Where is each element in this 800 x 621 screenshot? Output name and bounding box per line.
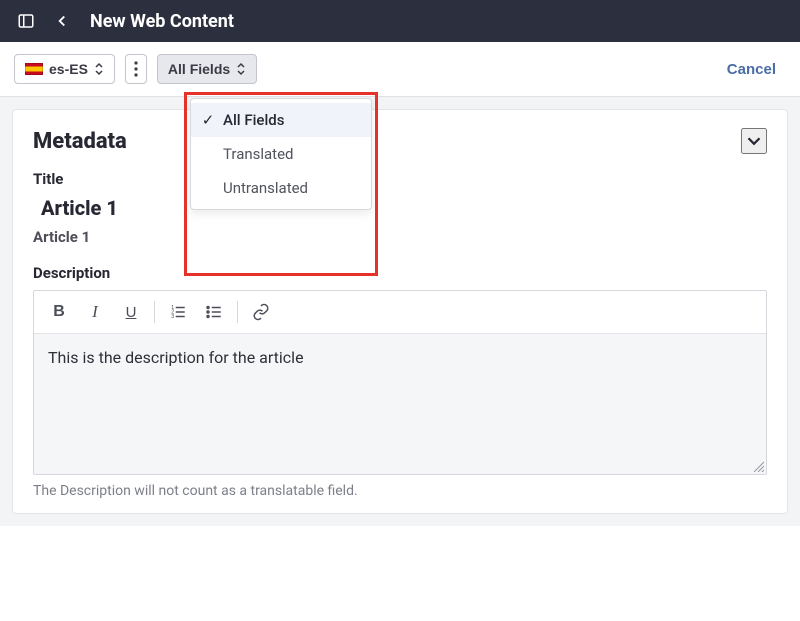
rte-underline-button[interactable]: U: [114, 297, 148, 327]
more-actions-button[interactable]: [125, 54, 147, 84]
panel-header: Metadata: [33, 128, 767, 154]
chevron-down-icon: [743, 130, 765, 152]
sidebar-toggle-button[interactable]: [12, 7, 40, 35]
resize-handle[interactable]: [752, 460, 764, 472]
rte-separator: [154, 301, 155, 323]
page-title: New Web Content: [90, 11, 234, 32]
metadata-panel: Metadata Title Article 1 Article 1 Descr…: [12, 109, 788, 514]
fields-filter-button[interactable]: All Fields: [157, 54, 257, 84]
cancel-button[interactable]: Cancel: [717, 55, 786, 84]
fields-filter-label: All Fields: [168, 61, 230, 77]
rich-text-editor: B I U 123 This is the description for th…: [33, 290, 767, 475]
panel-icon: [17, 12, 35, 30]
rte-italic-button[interactable]: I: [78, 297, 112, 327]
fields-filter-dropdown: ✓ All Fields Translated Untranslated: [190, 98, 372, 210]
filter-option-label: All Fields: [223, 111, 284, 129]
filter-option-all-fields[interactable]: ✓ All Fields: [191, 103, 371, 137]
flag-icon: [25, 63, 43, 75]
check-icon: ✓: [201, 111, 215, 129]
filter-option-label: Untranslated: [223, 179, 308, 197]
description-field-label: Description: [33, 264, 767, 282]
language-label: es-ES: [49, 61, 88, 77]
title-translated-value: Article 1: [33, 228, 767, 246]
title-field-label: Title: [33, 170, 767, 188]
filter-option-label: Translated: [223, 145, 294, 163]
toolbar: es-ES All Fields Cancel ✓ All Fields Tra…: [0, 42, 800, 97]
svg-text:3: 3: [171, 314, 174, 320]
kebab-icon: [134, 61, 138, 77]
rte-unordered-list-button[interactable]: [197, 297, 231, 327]
description-hint: The Description will not count as a tran…: [33, 483, 767, 499]
rte-separator: [237, 301, 238, 323]
page-body: Metadata Title Article 1 Article 1 Descr…: [0, 97, 800, 526]
filter-option-translated[interactable]: Translated: [191, 137, 371, 171]
top-bar: New Web Content: [0, 0, 800, 42]
rte-link-button[interactable]: [244, 297, 278, 327]
panel-collapse-button[interactable]: [741, 128, 767, 154]
unordered-list-icon: [205, 303, 223, 321]
rte-textarea[interactable]: This is the description for the article: [34, 334, 766, 474]
rte-toolbar: B I U 123: [34, 291, 766, 334]
sort-icon: [236, 62, 246, 76]
filter-option-untranslated[interactable]: Untranslated: [191, 171, 371, 205]
link-icon: [252, 303, 270, 321]
rte-bold-button[interactable]: B: [42, 297, 76, 327]
language-selector[interactable]: es-ES: [14, 54, 115, 84]
rte-content: This is the description for the article: [48, 348, 304, 367]
chevron-left-icon: [53, 12, 71, 30]
panel-heading: Metadata: [33, 129, 127, 154]
title-value: Article 1: [41, 196, 767, 220]
back-button[interactable]: [48, 7, 76, 35]
rte-ordered-list-button[interactable]: 123: [161, 297, 195, 327]
ordered-list-icon: 123: [169, 303, 187, 321]
sort-icon: [94, 62, 104, 76]
